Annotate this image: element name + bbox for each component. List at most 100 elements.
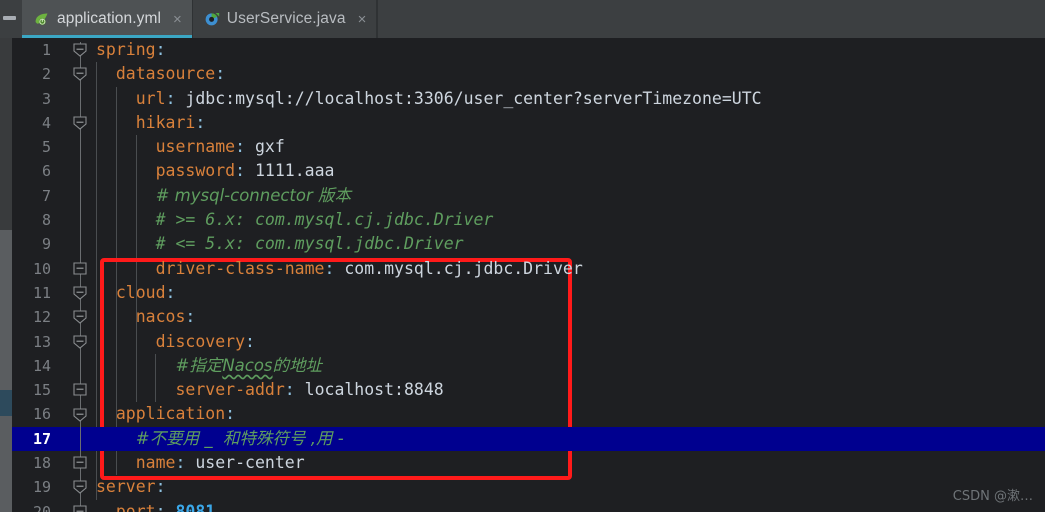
- code-line[interactable]: url: jdbc:mysql://localhost:3306/user_ce…: [90, 87, 1045, 111]
- yaml-value: 1111.aaa: [245, 161, 335, 181]
- code-line[interactable]: spring:: [90, 38, 1045, 62]
- line-number-gutter: 1 2 3 4 5 6 7 8 9 10 11 12 13 14 15 16 17 18 19 20: [12, 38, 60, 512]
- yaml-colon: :: [155, 40, 166, 59]
- fold-toggle-icon[interactable]: [60, 378, 90, 402]
- yaml-key: name: [135, 453, 176, 473]
- yaml-key: datasource: [115, 64, 216, 84]
- code-editor[interactable]: 1 2 3 4 5 6 7 8 9 10 11 12 13 14 15 16 17 18 19 20 spring: …: [0, 38, 1045, 512]
- code-line[interactable]: username: gxf: [90, 135, 1045, 159]
- fold-marker-gutter[interactable]: [60, 38, 90, 512]
- java-class-icon: [204, 11, 220, 27]
- yaml-colon: :: [195, 112, 206, 132]
- yaml-colon: :: [225, 404, 236, 424]
- fold-toggle-icon[interactable]: [60, 257, 90, 281]
- fold-toggle-icon[interactable]: [60, 281, 90, 305]
- code-line[interactable]: #指定Nacos的地址: [90, 354, 1045, 378]
- tab-label: UserService.java: [226, 10, 346, 27]
- tab-application-yml[interactable]: application.yml ×: [22, 0, 193, 38]
- ide-editor-window: application.yml × UserService.java × 1 2…: [0, 0, 1045, 512]
- yaml-colon: :: [175, 453, 186, 473]
- tab-label: application.yml: [57, 10, 162, 27]
- scrollbar-thumb[interactable]: [0, 230, 12, 512]
- comment-text: #指定: [175, 355, 223, 375]
- fold-toggle-icon[interactable]: [60, 38, 90, 62]
- yaml-value: user-center: [185, 453, 305, 473]
- line-number: 7: [41, 186, 51, 205]
- code-line[interactable]: hikari:: [90, 111, 1045, 135]
- yaml-value: gxf: [245, 137, 285, 157]
- code-line[interactable]: # <= 5.x: com.mysql.jdbc.Driver: [90, 232, 1045, 256]
- line-number: 19: [32, 478, 51, 497]
- yaml-key: driver-class-name: [155, 258, 325, 278]
- close-icon[interactable]: ×: [358, 12, 367, 27]
- fold-toggle-icon[interactable]: [60, 500, 90, 512]
- code-line[interactable]: nacos:: [90, 305, 1045, 329]
- line-number: 17: [12, 426, 60, 452]
- editor-tab-bar: application.yml × UserService.java ×: [0, 0, 1045, 38]
- fold-toggle-icon[interactable]: [60, 475, 90, 499]
- yaml-colon: :: [235, 137, 246, 157]
- code-content[interactable]: spring: datasource: url: jdbc:mysql://lo…: [90, 38, 1045, 512]
- scrollbar-occurrence-marker: [0, 390, 12, 416]
- code-line[interactable]: server-addr: localhost:8848: [90, 378, 1045, 402]
- fold-toggle-icon[interactable]: [60, 451, 90, 475]
- yaml-key: server-addr: [175, 380, 285, 400]
- yaml-colon: :: [245, 331, 255, 351]
- yaml-colon: :: [284, 380, 295, 400]
- code-line[interactable]: # mysql-connector 版本: [90, 184, 1045, 208]
- code-line[interactable]: discovery:: [90, 330, 1045, 354]
- spring-leaf-icon: [33, 11, 50, 28]
- code-line[interactable]: password: 1111.aaa: [90, 159, 1045, 183]
- tab-bar-filler: [377, 0, 1045, 38]
- comment-text: #不要用 _ 和特殊符号 ,用 -: [135, 428, 344, 448]
- yaml-colon: :: [185, 307, 196, 327]
- fold-toggle-icon[interactable]: [60, 305, 90, 329]
- line-number: 10: [32, 259, 51, 278]
- line-number: 6: [41, 162, 51, 181]
- minimize-icon[interactable]: [3, 16, 16, 20]
- code-line[interactable]: cloud:: [90, 281, 1045, 305]
- yaml-key: spring: [96, 40, 156, 59]
- line-number: 14: [32, 356, 51, 375]
- code-line[interactable]: port: 8081: [90, 500, 1045, 512]
- comment-text: # <= 5.x: com.mysql.jdbc.Driver: [155, 234, 464, 254]
- code-line[interactable]: name: user-center: [90, 451, 1045, 475]
- line-number: 8: [41, 211, 51, 230]
- line-number: 11: [32, 283, 51, 302]
- fold-toggle-icon[interactable]: [60, 330, 90, 354]
- line-number: 9: [41, 235, 51, 254]
- fold-toggle-icon[interactable]: [60, 403, 90, 427]
- yaml-key: cloud: [115, 282, 166, 302]
- code-line[interactable]: # >= 6.x: com.mysql.cj.jdbc.Driver: [90, 208, 1045, 232]
- editor-vertical-scrollbar[interactable]: [0, 38, 12, 512]
- tab-userservice-java[interactable]: UserService.java ×: [193, 0, 378, 38]
- yaml-colon: :: [165, 88, 176, 108]
- code-line[interactable]: driver-class-name: com.mysql.cj.jdbc.Dri…: [90, 257, 1045, 281]
- close-icon[interactable]: ×: [173, 12, 182, 27]
- line-number: 2: [41, 65, 51, 84]
- code-line[interactable]: #不要用 _ 和特殊符号 ,用 -: [90, 426, 1045, 452]
- code-line[interactable]: server:: [90, 475, 1045, 499]
- code-line[interactable]: application:: [90, 402, 1045, 426]
- yaml-key: username: [155, 137, 236, 157]
- fold-toggle-icon[interactable]: [60, 62, 90, 86]
- yaml-value: 8081: [165, 501, 216, 512]
- fold-toggle-icon[interactable]: [60, 111, 90, 135]
- line-number: 4: [41, 113, 51, 132]
- yaml-key: password: [155, 161, 236, 181]
- code-line[interactable]: datasource:: [90, 62, 1045, 86]
- comment-text: 的地址: [272, 355, 323, 375]
- line-number: 16: [32, 405, 51, 424]
- yaml-colon: :: [324, 258, 335, 278]
